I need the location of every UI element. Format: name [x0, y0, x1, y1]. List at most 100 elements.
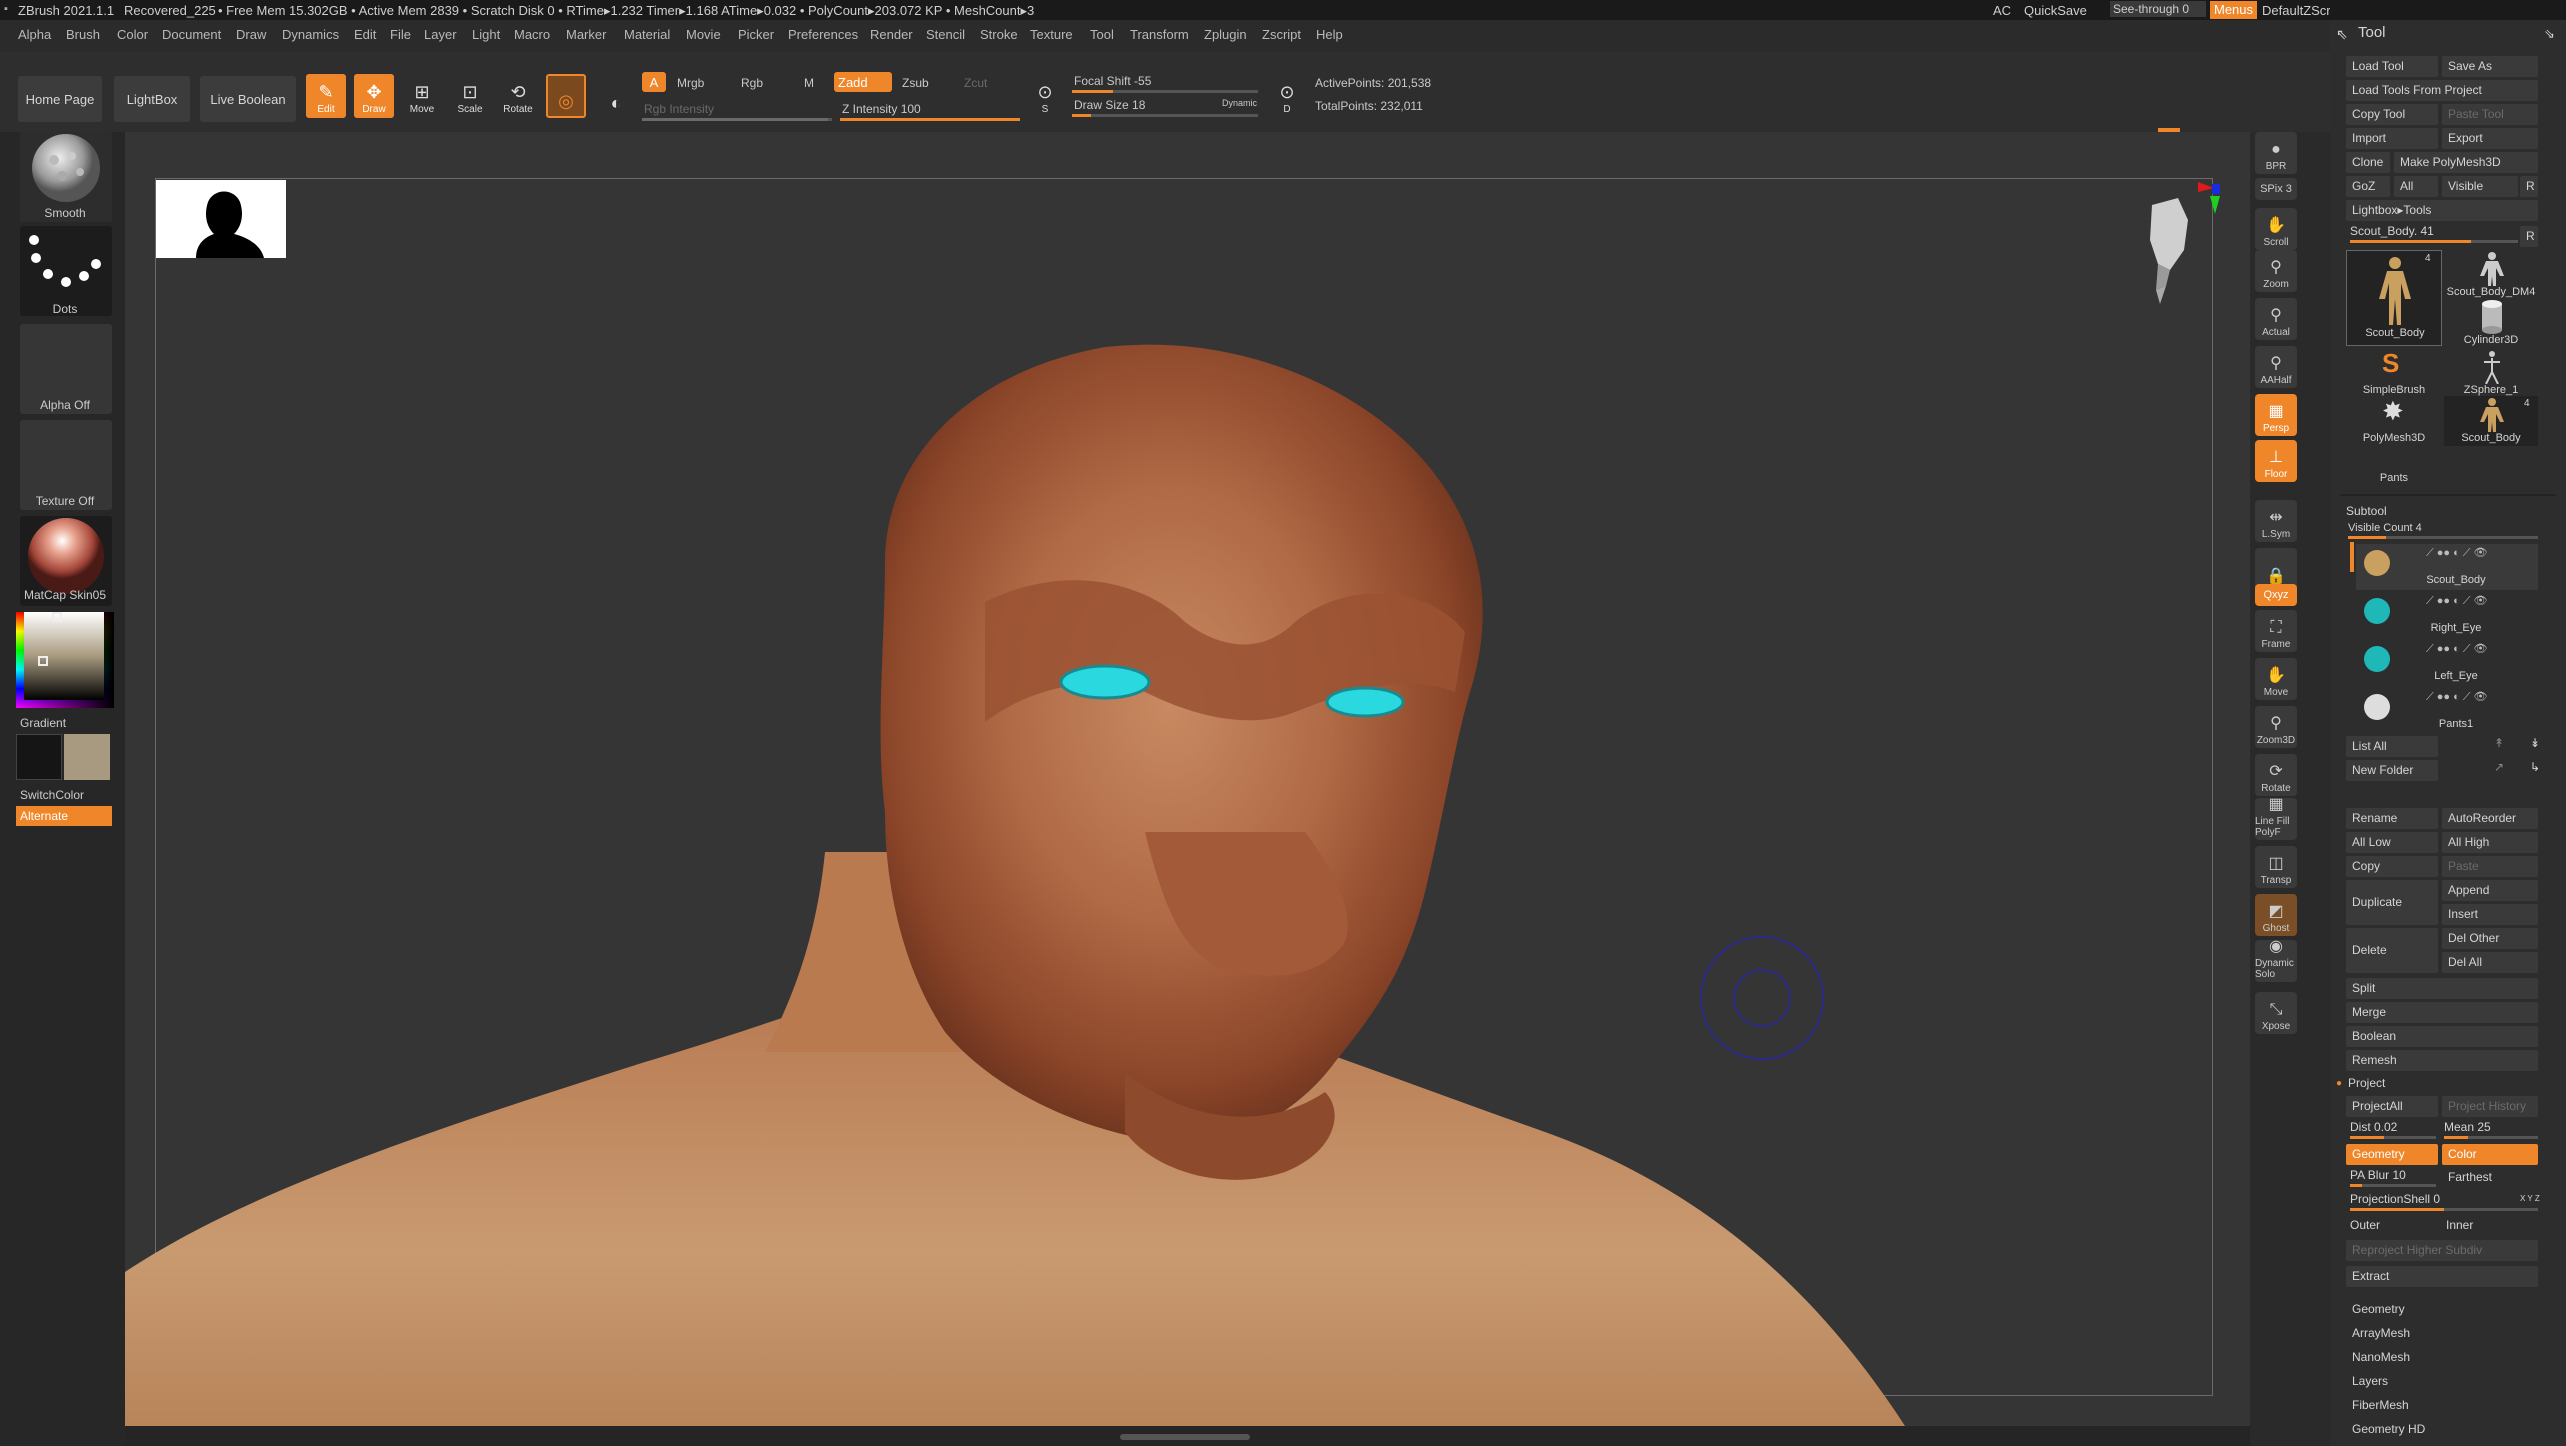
new-folder-button[interactable]: New Folder: [2346, 760, 2438, 781]
nanomesh-section[interactable]: NanoMesh: [2352, 1350, 2410, 1364]
z-intensity-slider[interactable]: [840, 118, 1020, 121]
sculpt-mode-button[interactable]: ◎: [546, 74, 586, 118]
menu-macro[interactable]: Macro: [514, 27, 550, 42]
pa-blur-slider[interactable]: PA Blur 10: [2350, 1168, 2406, 1182]
edit-button[interactable]: ✎ Edit: [306, 74, 346, 118]
goz-r-button[interactable]: R: [2520, 176, 2538, 197]
shelf-rotate-button[interactable]: ⟳ Rotate: [2255, 754, 2297, 796]
subtool-row-right-eye[interactable]: ⟋ ●● ◐ ⟋ 👁 Right_Eye: [2356, 592, 2538, 638]
paste-tool-button[interactable]: Paste Tool: [2442, 104, 2538, 125]
all-high-button[interactable]: All High: [2442, 832, 2538, 853]
copy-subtool-button[interactable]: Copy: [2346, 856, 2438, 877]
shelf-dynamic-solo-button[interactable]: ◉ Dynamic Solo: [2255, 938, 2297, 982]
color-picker-field[interactable]: [24, 612, 104, 700]
copy-tool-button[interactable]: Copy Tool: [2346, 104, 2438, 125]
quicksave-button[interactable]: QuickSave: [2024, 3, 2087, 18]
geometry-section[interactable]: Geometry: [2352, 1302, 2405, 1316]
subtool-visibility-icon[interactable]: ⟋ ●● ◐ ⟋ 👁: [2426, 546, 2488, 560]
duplicate-button[interactable]: Duplicate: [2346, 880, 2438, 925]
reproject-higher-subdiv-button[interactable]: Reproject Higher Subdiv: [2346, 1240, 2538, 1261]
menu-color[interactable]: Color: [117, 27, 148, 42]
dynamic-toggle[interactable]: Dynamic: [1222, 98, 1257, 108]
merge-section[interactable]: Merge: [2346, 1002, 2538, 1023]
visible-count-slider[interactable]: Visible Count 4: [2348, 522, 2422, 534]
hue-marker[interactable]: [52, 612, 62, 622]
menu-help[interactable]: Help: [1316, 27, 1343, 42]
outer-button[interactable]: Outer: [2350, 1218, 2380, 1232]
shelf-bpr-button[interactable]: ● BPR: [2255, 132, 2297, 174]
a-button[interactable]: A: [642, 72, 666, 92]
s-toggle-button[interactable]: ⊙ S: [1028, 78, 1062, 118]
menu-light[interactable]: Light: [472, 27, 500, 42]
del-all-button[interactable]: Del All: [2442, 952, 2538, 973]
export-button[interactable]: Export: [2442, 128, 2538, 149]
tool-thumb-scout-body-dm4[interactable]: Scout_Body_DM4: [2444, 250, 2538, 300]
shelf-move-button[interactable]: ✋ Move: [2255, 658, 2297, 700]
shelf-zoom3d-button[interactable]: ⚲ Zoom3D: [2255, 706, 2297, 748]
projection-xyz-toggle[interactable]: X Y Z: [2520, 1194, 2540, 1203]
mean-slider[interactable]: Mean 25: [2444, 1120, 2491, 1134]
menu-document[interactable]: Document: [162, 27, 221, 42]
inner-button[interactable]: Inner: [2446, 1218, 2473, 1232]
draw-button[interactable]: ✥ Draw: [354, 74, 394, 118]
project-geometry-toggle[interactable]: Geometry: [2346, 1144, 2438, 1165]
shelf-l-sym-button[interactable]: ⇹ L.Sym: [2255, 500, 2297, 542]
shelf-xpose-button[interactable]: ⤡ Xpose: [2255, 992, 2297, 1034]
arraymesh-section[interactable]: ArrayMesh: [2352, 1326, 2410, 1340]
visible-count-track[interactable]: [2348, 536, 2538, 539]
projection-shell-track[interactable]: [2350, 1208, 2538, 1211]
move-down-icon[interactable]: ↡: [2530, 736, 2540, 750]
all-low-button[interactable]: All Low: [2346, 832, 2438, 853]
gradient-label[interactable]: Gradient: [20, 716, 66, 730]
move-button[interactable]: ⊞ Move: [402, 74, 442, 118]
auto-reorder-button[interactable]: AutoReorder: [2442, 808, 2538, 829]
pants-tool-label[interactable]: Pants: [2346, 472, 2442, 484]
insert-button[interactable]: Insert: [2442, 904, 2538, 925]
shelf-persp-button[interactable]: ▦ Persp: [2255, 394, 2297, 436]
live-boolean-button[interactable]: Live Boolean: [200, 76, 296, 122]
shelf-actual-button[interactable]: ⚲ Actual: [2255, 298, 2297, 340]
import-button[interactable]: Import: [2346, 128, 2438, 149]
rename-button[interactable]: Rename: [2346, 808, 2438, 829]
subtool-visibility-icon[interactable]: ⟋ ●● ◐ ⟋ 👁: [2426, 594, 2488, 608]
zsub-button[interactable]: Zsub: [902, 76, 929, 90]
menu-material[interactable]: Material: [624, 27, 670, 42]
project-section-header[interactable]: Project: [2348, 1076, 2385, 1090]
subtool-row-left-eye[interactable]: ⟋ ●● ◐ ⟋ 👁 Left_Eye: [2356, 640, 2538, 686]
paste-subtool-button[interactable]: Paste: [2442, 856, 2538, 877]
subtool-visibility-icon[interactable]: ⟋ ●● ◐ ⟋ 👁: [2426, 642, 2488, 656]
zcut-button[interactable]: Zcut: [964, 76, 987, 90]
geometry-hd-section[interactable]: Geometry HD: [2352, 1422, 2425, 1436]
menu-stencil[interactable]: Stencil: [926, 27, 965, 42]
load-tool-button[interactable]: Load Tool: [2346, 56, 2438, 77]
focal-shift-slider[interactable]: [1072, 90, 1258, 93]
make-polymesh3d-button[interactable]: Make PolyMesh3D: [2394, 152, 2538, 173]
menu-preferences[interactable]: Preferences: [788, 27, 858, 42]
menu-zscript[interactable]: Zscript: [1262, 27, 1301, 42]
projection-shell-slider[interactable]: ProjectionShell 0: [2350, 1192, 2440, 1206]
goz-button[interactable]: GoZ: [2346, 176, 2390, 197]
fibermesh-section[interactable]: FiberMesh: [2352, 1398, 2409, 1412]
subtool-row-pants1[interactable]: ⟋ ●● ◐ ⟋ 👁 Pants1: [2356, 688, 2538, 734]
rgb-button[interactable]: Rgb: [741, 76, 763, 90]
zadd-button[interactable]: Zadd: [834, 72, 892, 92]
load-tools-from-project-button[interactable]: Load Tools From Project: [2346, 80, 2538, 101]
project-color-toggle[interactable]: Color: [2442, 1144, 2538, 1165]
menu-draw[interactable]: Draw: [236, 27, 266, 42]
folder-up-icon[interactable]: ↗: [2494, 760, 2504, 774]
project-all-button[interactable]: ProjectAll: [2346, 1096, 2438, 1117]
menu-tool[interactable]: Tool: [1090, 27, 1114, 42]
shelf-aahalf-button[interactable]: ⚲ AAHalf: [2255, 346, 2297, 388]
current-tool-r-button[interactable]: R: [2520, 226, 2538, 247]
palette-collapse-icon[interactable]: ⇖: [2336, 26, 2348, 43]
lightbox-button[interactable]: LightBox: [114, 76, 190, 122]
del-other-button[interactable]: Del Other: [2442, 928, 2538, 949]
alternate-button[interactable]: Alternate: [16, 806, 112, 826]
color-marker[interactable]: [38, 656, 48, 666]
shelf-frame-button[interactable]: ⛶ Frame: [2255, 610, 2297, 652]
rgb-intensity-slider[interactable]: [642, 118, 832, 121]
rotate-button[interactable]: ⟲ Rotate: [498, 74, 538, 118]
tool-thumb-scout-body[interactable]: 4 Scout_Body: [2346, 250, 2442, 346]
bottom-scroll-handle[interactable]: [1120, 1434, 1250, 1440]
current-tool-slider[interactable]: Scout_Body. 41: [2350, 224, 2434, 238]
